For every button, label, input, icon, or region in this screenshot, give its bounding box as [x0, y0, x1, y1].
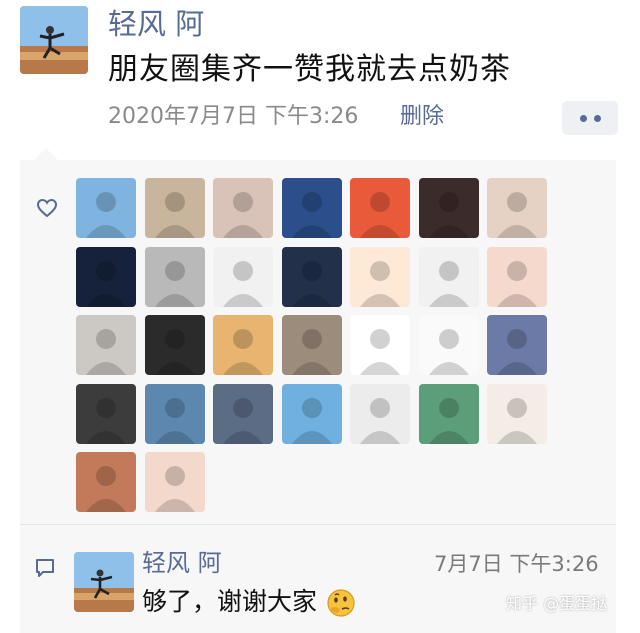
more-options-button[interactable]: [562, 101, 618, 135]
post-timestamp: 2020年7月7日 下午3:26: [108, 104, 359, 129]
liker-avatar[interactable]: [76, 246, 136, 307]
liker-avatar[interactable]: [144, 315, 205, 375]
liker-avatar[interactable]: [76, 452, 136, 512]
liker-avatar[interactable]: [418, 383, 479, 444]
liker-avatar[interactable]: [418, 178, 479, 238]
liker-avatar[interactable]: [213, 178, 273, 238]
liker-avatar[interactable]: [281, 315, 342, 375]
liker-avatar[interactable]: [487, 178, 547, 238]
liker-avatar[interactable]: [144, 246, 205, 307]
liker-avatar[interactable]: [281, 383, 342, 444]
post-text: 朋友圈集齐一赞我就去点奶茶: [108, 52, 511, 87]
liker-avatar[interactable]: [281, 178, 342, 238]
panel-divider: [20, 524, 616, 525]
comment-author-name[interactable]: 轻风 阿: [142, 546, 222, 580]
liker-avatar[interactable]: [418, 246, 479, 307]
liker-avatar[interactable]: [350, 315, 410, 375]
liker-avatar[interactable]: [487, 246, 547, 307]
liker-avatar[interactable]: [76, 315, 136, 375]
comment-icon: [34, 557, 56, 579]
liker-avatar[interactable]: [350, 178, 410, 238]
liker-avatar[interactable]: [487, 383, 547, 444]
comment-timestamp: 7月7日 下午3:26: [434, 552, 599, 576]
liker-avatar[interactable]: [76, 383, 136, 444]
liker-avatar[interactable]: [213, 315, 273, 375]
liker-avatar[interactable]: [281, 246, 342, 307]
liker-avatar[interactable]: [144, 452, 205, 512]
liker-avatar[interactable]: [76, 178, 136, 238]
more-dot-icon: [579, 114, 587, 122]
liker-avatar[interactable]: [213, 383, 273, 444]
more-dot-icon: [593, 114, 601, 122]
liker-avatar[interactable]: [418, 315, 479, 375]
author-avatar[interactable]: [20, 6, 88, 74]
liker-avatar[interactable]: [487, 315, 547, 375]
liker-avatar[interactable]: [144, 178, 205, 238]
delete-link[interactable]: 删除: [400, 100, 444, 134]
commenter-avatar[interactable]: [74, 552, 134, 612]
liker-avatar[interactable]: [144, 383, 205, 444]
panel-caret: [34, 148, 58, 160]
liker-avatar[interactable]: [213, 246, 273, 307]
heart-icon: [36, 198, 58, 218]
watermark-text: 知乎 @蛋蛋挞: [506, 594, 608, 613]
thinking-face-emoji: [326, 588, 356, 618]
post-author-name[interactable]: 轻风 阿: [108, 4, 204, 44]
liker-avatar[interactable]: [350, 246, 410, 307]
liker-avatar[interactable]: [350, 383, 410, 444]
comment-text[interactable]: 够了，谢谢大家: [142, 584, 317, 620]
